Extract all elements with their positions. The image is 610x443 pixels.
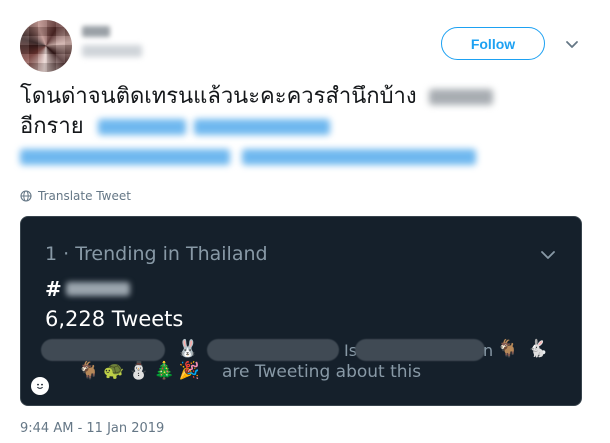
avatar[interactable]	[20, 20, 72, 72]
rabbit-emoji: 🐇	[527, 339, 549, 359]
emoji-row: 🐐 🐢 ⛄ 🎄 🎉	[78, 361, 200, 381]
blurred-hashtag-3[interactable]	[20, 149, 230, 165]
blurred-name-pill-1	[41, 339, 165, 361]
globe-icon	[20, 190, 32, 202]
tweet-text-line-2: อีกราย	[20, 114, 84, 139]
blurred-name-pill-3	[355, 339, 485, 361]
chevron-down-icon[interactable]	[564, 36, 580, 52]
blurred-hashtag-1[interactable]	[97, 119, 186, 135]
trend-rank-location: 1 · Trending in Thailand	[45, 243, 268, 265]
blurred-display-name[interactable]	[82, 26, 110, 37]
chevron-down-icon[interactable]	[539, 246, 557, 264]
tweet-text-line-1: โดนด่าจนติดเทรนแล้วนะคะควรสำนึกบ้าง	[20, 84, 417, 109]
tweet-count: 6,228 Tweets	[45, 307, 184, 331]
emoji-face-icon[interactable]	[31, 377, 49, 395]
tweeting-about-text: are Tweeting about this	[222, 362, 422, 382]
embedded-trend-card[interactable]: 1 · Trending in Thailand # 6,228 Tweets …	[20, 216, 582, 406]
goat-emoji: 🐐	[497, 339, 519, 359]
blurred-username[interactable]	[82, 45, 142, 57]
hashtag-prefix: #	[45, 277, 62, 301]
blurred-mention	[428, 89, 493, 105]
follow-button[interactable]: Follow	[441, 27, 545, 60]
goat-emoji: 🐐	[78, 361, 100, 381]
turtle-emoji: 🐢	[103, 361, 125, 381]
blurred-name-pill-2	[207, 339, 339, 361]
translate-label: Translate Tweet	[38, 189, 131, 203]
blurred-hashtag-text	[65, 282, 130, 296]
translate-tweet-link[interactable]: Translate Tweet	[20, 189, 131, 203]
christmas-tree-emoji: 🎄	[153, 361, 175, 381]
tweet-timestamp[interactable]: 9:44 AM - 11 Jan 2019	[20, 421, 164, 436]
rabbit-face-emoji: 🐰	[177, 339, 199, 359]
blurred-hashtag-4[interactable]	[242, 149, 476, 165]
party-popper-emoji: 🎉	[178, 361, 200, 381]
n-fragment: n	[483, 341, 494, 360]
tweet-text: โดนด่าจนติดเทรนแล้วนะคะควรสำนึกบ้าง อีกร…	[20, 82, 595, 172]
blurred-hashtag-2[interactable]	[193, 119, 330, 135]
snowman-emoji: ⛄	[128, 361, 150, 381]
trend-hashtag[interactable]: #	[45, 277, 130, 301]
